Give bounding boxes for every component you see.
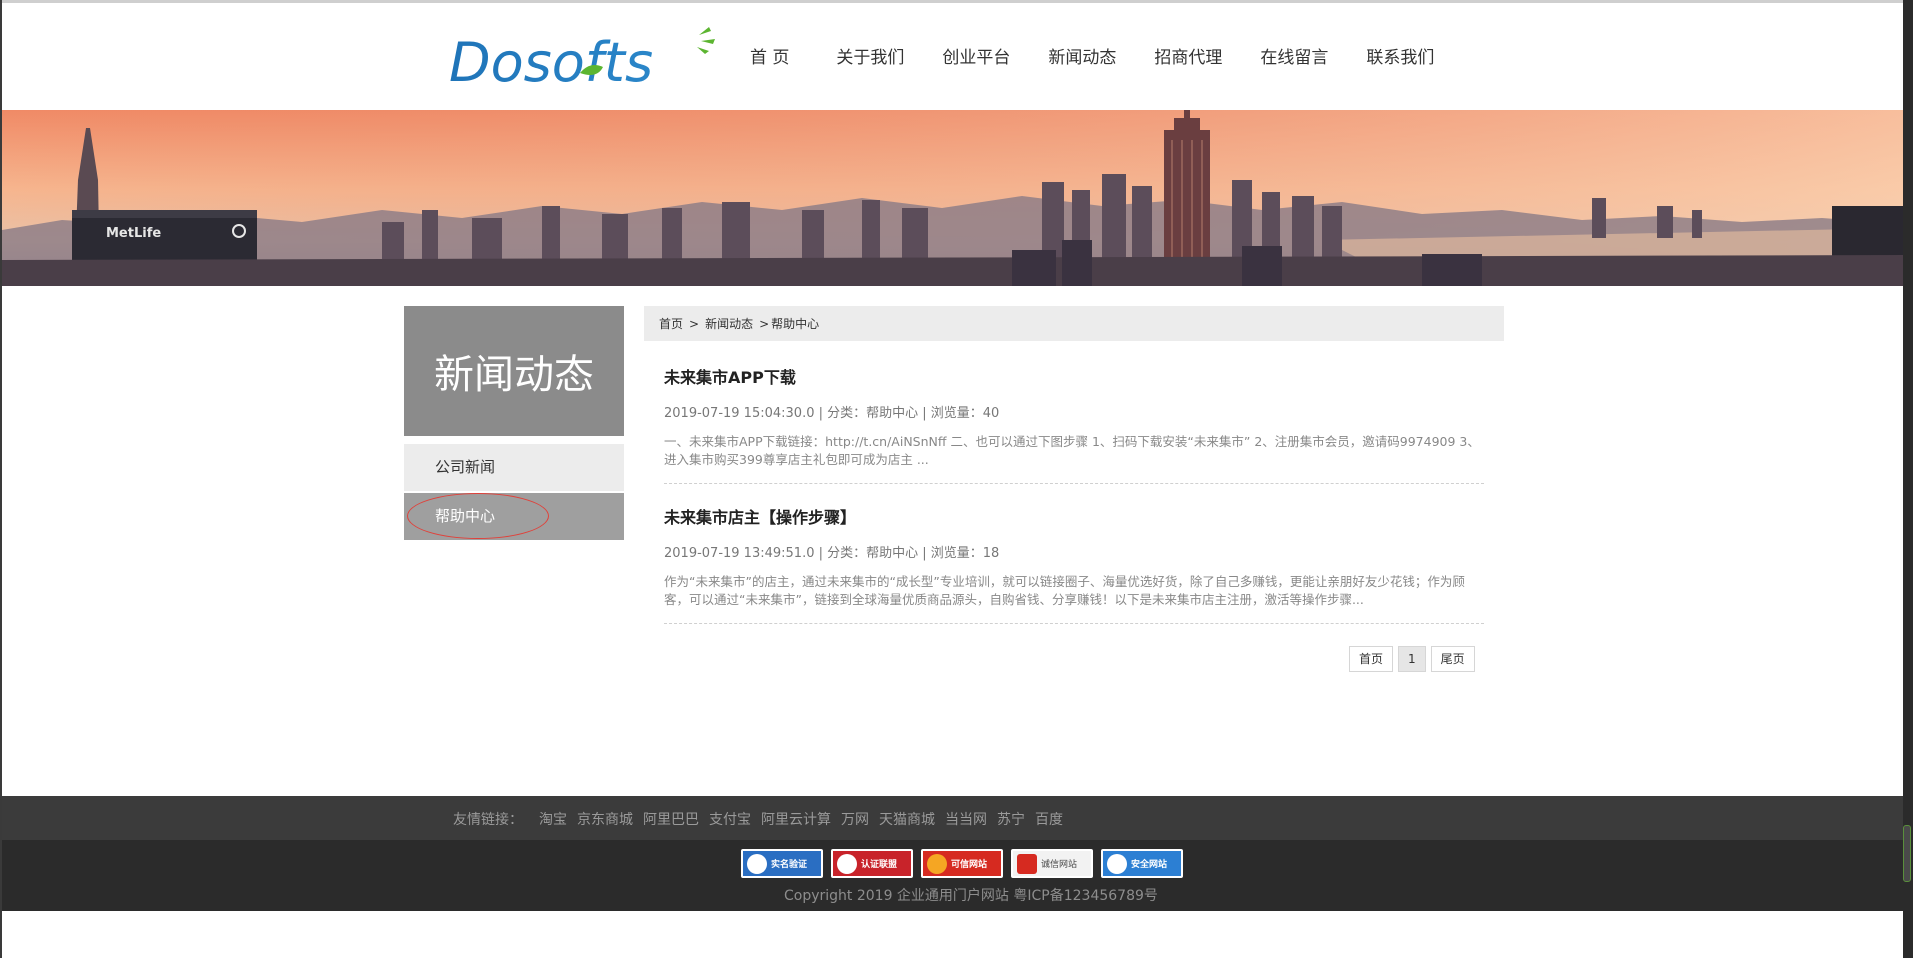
metlife-sign: MetLife — [106, 226, 161, 241]
list-item: 未来集市APP下载 2019-07-19 15:04:30.0 | 分类：帮助中… — [664, 364, 1484, 484]
badge-real-name[interactable]: 实名验证 — [741, 849, 823, 878]
breadcrumb-separator: > — [689, 316, 700, 331]
breadcrumb-separator: > — [759, 316, 770, 331]
sidebar-title: 新闻动态 — [404, 306, 624, 436]
friend-link[interactable]: 淘宝 — [539, 809, 567, 829]
friend-links-label: 友情链接： — [453, 812, 523, 828]
nav-contact[interactable]: 联系我们 — [1366, 43, 1434, 68]
friend-link[interactable]: 阿里云计算 — [761, 809, 831, 829]
article-summary: 一、未来集市APP下载链接：http://t.cn/AiNSnNff 二、也可以… — [664, 434, 1480, 467]
badge-safe-site[interactable]: 安全网站 — [1101, 849, 1183, 878]
breadcrumb-home[interactable]: 首页 — [659, 315, 683, 332]
article-summary: 作为“未来集市”的店主，通过未来集市的“成长型”专业培训，就可以链接圈子、海量优… — [664, 574, 1465, 607]
badge-label: 认证联盟 — [861, 860, 898, 870]
scrollbar-thumb[interactable] — [1903, 825, 1911, 882]
pagination: 首页 1 尾页 — [1349, 646, 1480, 672]
trust-badges: 实名验证 认证联盟 可信网站 诚信网站 安全网站 — [741, 849, 1191, 878]
friend-link[interactable]: 万网 — [841, 809, 869, 829]
nav-home[interactable]: 首 页 — [750, 43, 789, 68]
site-footer: 实名验证 认证联盟 可信网站 诚信网站 安全网站 Copyright 2019 … — [2, 840, 1903, 911]
highlight-circle-annotation — [407, 493, 549, 539]
seal-icon — [837, 853, 857, 874]
friend-links: 友情链接： 淘宝 京东商城 阿里巴巴 支付宝 阿里云计算 万网 天猫商城 当当网… — [453, 809, 1073, 829]
trust-icon — [927, 853, 947, 874]
dosofts-logo-icon: Dosofts — [449, 27, 715, 85]
pager-first-button[interactable]: 首页 — [1349, 646, 1394, 672]
friend-link[interactable]: 京东商城 — [577, 809, 633, 829]
breadcrumb-news[interactable]: 新闻动态 — [705, 315, 753, 332]
nav-agency[interactable]: 招商代理 — [1154, 43, 1222, 68]
nav-platform[interactable]: 创业平台 — [942, 43, 1010, 68]
site-logo[interactable]: Dosofts — [447, 25, 717, 85]
scrollbar-track[interactable] — [1903, 0, 1913, 958]
nav-message[interactable]: 在线留言 — [1260, 43, 1328, 68]
badge-label: 实名验证 — [771, 860, 808, 870]
badge-label: 安全网站 — [1131, 860, 1168, 870]
pager-last-button[interactable]: 尾页 — [1430, 646, 1475, 672]
list-item: 未来集市店主【操作步骤】 2019-07-19 13:49:51.0 | 分类：… — [664, 504, 1484, 624]
breadcrumb: 首页 > 新闻动态 > 帮助中心 — [644, 306, 1504, 341]
friend-link[interactable]: 天猫商城 — [879, 809, 935, 829]
article-list: 未来集市APP下载 2019-07-19 15:04:30.0 | 分类：帮助中… — [664, 356, 1484, 644]
friend-link[interactable]: 支付宝 — [709, 809, 751, 829]
friend-link[interactable]: 阿里巴巴 — [643, 809, 699, 829]
integrity-icon — [1017, 853, 1037, 874]
breadcrumb-current[interactable]: 帮助中心 — [771, 315, 819, 332]
city-skyline-banner: MetLife — [2, 110, 1903, 286]
article-title[interactable]: 未来集市APP下载 — [664, 364, 1484, 388]
sidebar: 新闻动态 公司新闻 帮助中心 — [404, 306, 624, 540]
badge-integrity-site[interactable]: 诚信网站 — [1011, 849, 1093, 878]
badge-label: 诚信网站 — [1041, 860, 1078, 870]
badge-trusted-site[interactable]: 可信网站 — [921, 849, 1003, 878]
nav-news[interactable]: 新闻动态 — [1048, 43, 1116, 68]
pager-page-button[interactable]: 1 — [1398, 646, 1426, 672]
friend-links-bar: 友情链接： 淘宝 京东商城 阿里巴巴 支付宝 阿里云计算 万网 天猫商城 当当网… — [2, 796, 1903, 840]
sidebar-item-label: 公司新闻 — [435, 458, 496, 476]
site-header: Dosofts 首 页 关于我们 创业平台 新闻动态 招商代理 在线留言 联系我… — [2, 3, 1903, 110]
sidebar-item-help-center[interactable]: 帮助中心 — [404, 493, 624, 540]
nav-about[interactable]: 关于我们 — [836, 43, 904, 68]
sidebar-item-company-news[interactable]: 公司新闻 — [404, 444, 624, 491]
skyline-image: MetLife — [2, 110, 1903, 286]
friend-link[interactable]: 苏宁 — [997, 809, 1025, 829]
badge-label: 可信网站 — [951, 860, 988, 870]
article-meta: 2019-07-19 15:04:30.0 | 分类：帮助中心 | 浏览量：40 — [664, 406, 1000, 421]
badge-cert-alliance[interactable]: 认证联盟 — [831, 849, 913, 878]
verified-icon — [747, 853, 767, 874]
copyright-text: Copyright 2019 企业通用门户网站 粤ICP备123456789号 — [784, 888, 1158, 904]
logo-text: Dosofts — [449, 31, 653, 85]
main-nav: 首 页 关于我们 创业平台 新闻动态 招商代理 在线留言 联系我们 — [750, 43, 1472, 68]
friend-link[interactable]: 当当网 — [945, 809, 987, 829]
shield-icon — [1107, 853, 1127, 874]
article-title[interactable]: 未来集市店主【操作步骤】 — [664, 504, 1484, 528]
friend-link[interactable]: 百度 — [1035, 809, 1063, 829]
article-meta: 2019-07-19 13:49:51.0 | 分类：帮助中心 | 浏览量：18 — [664, 546, 1000, 561]
